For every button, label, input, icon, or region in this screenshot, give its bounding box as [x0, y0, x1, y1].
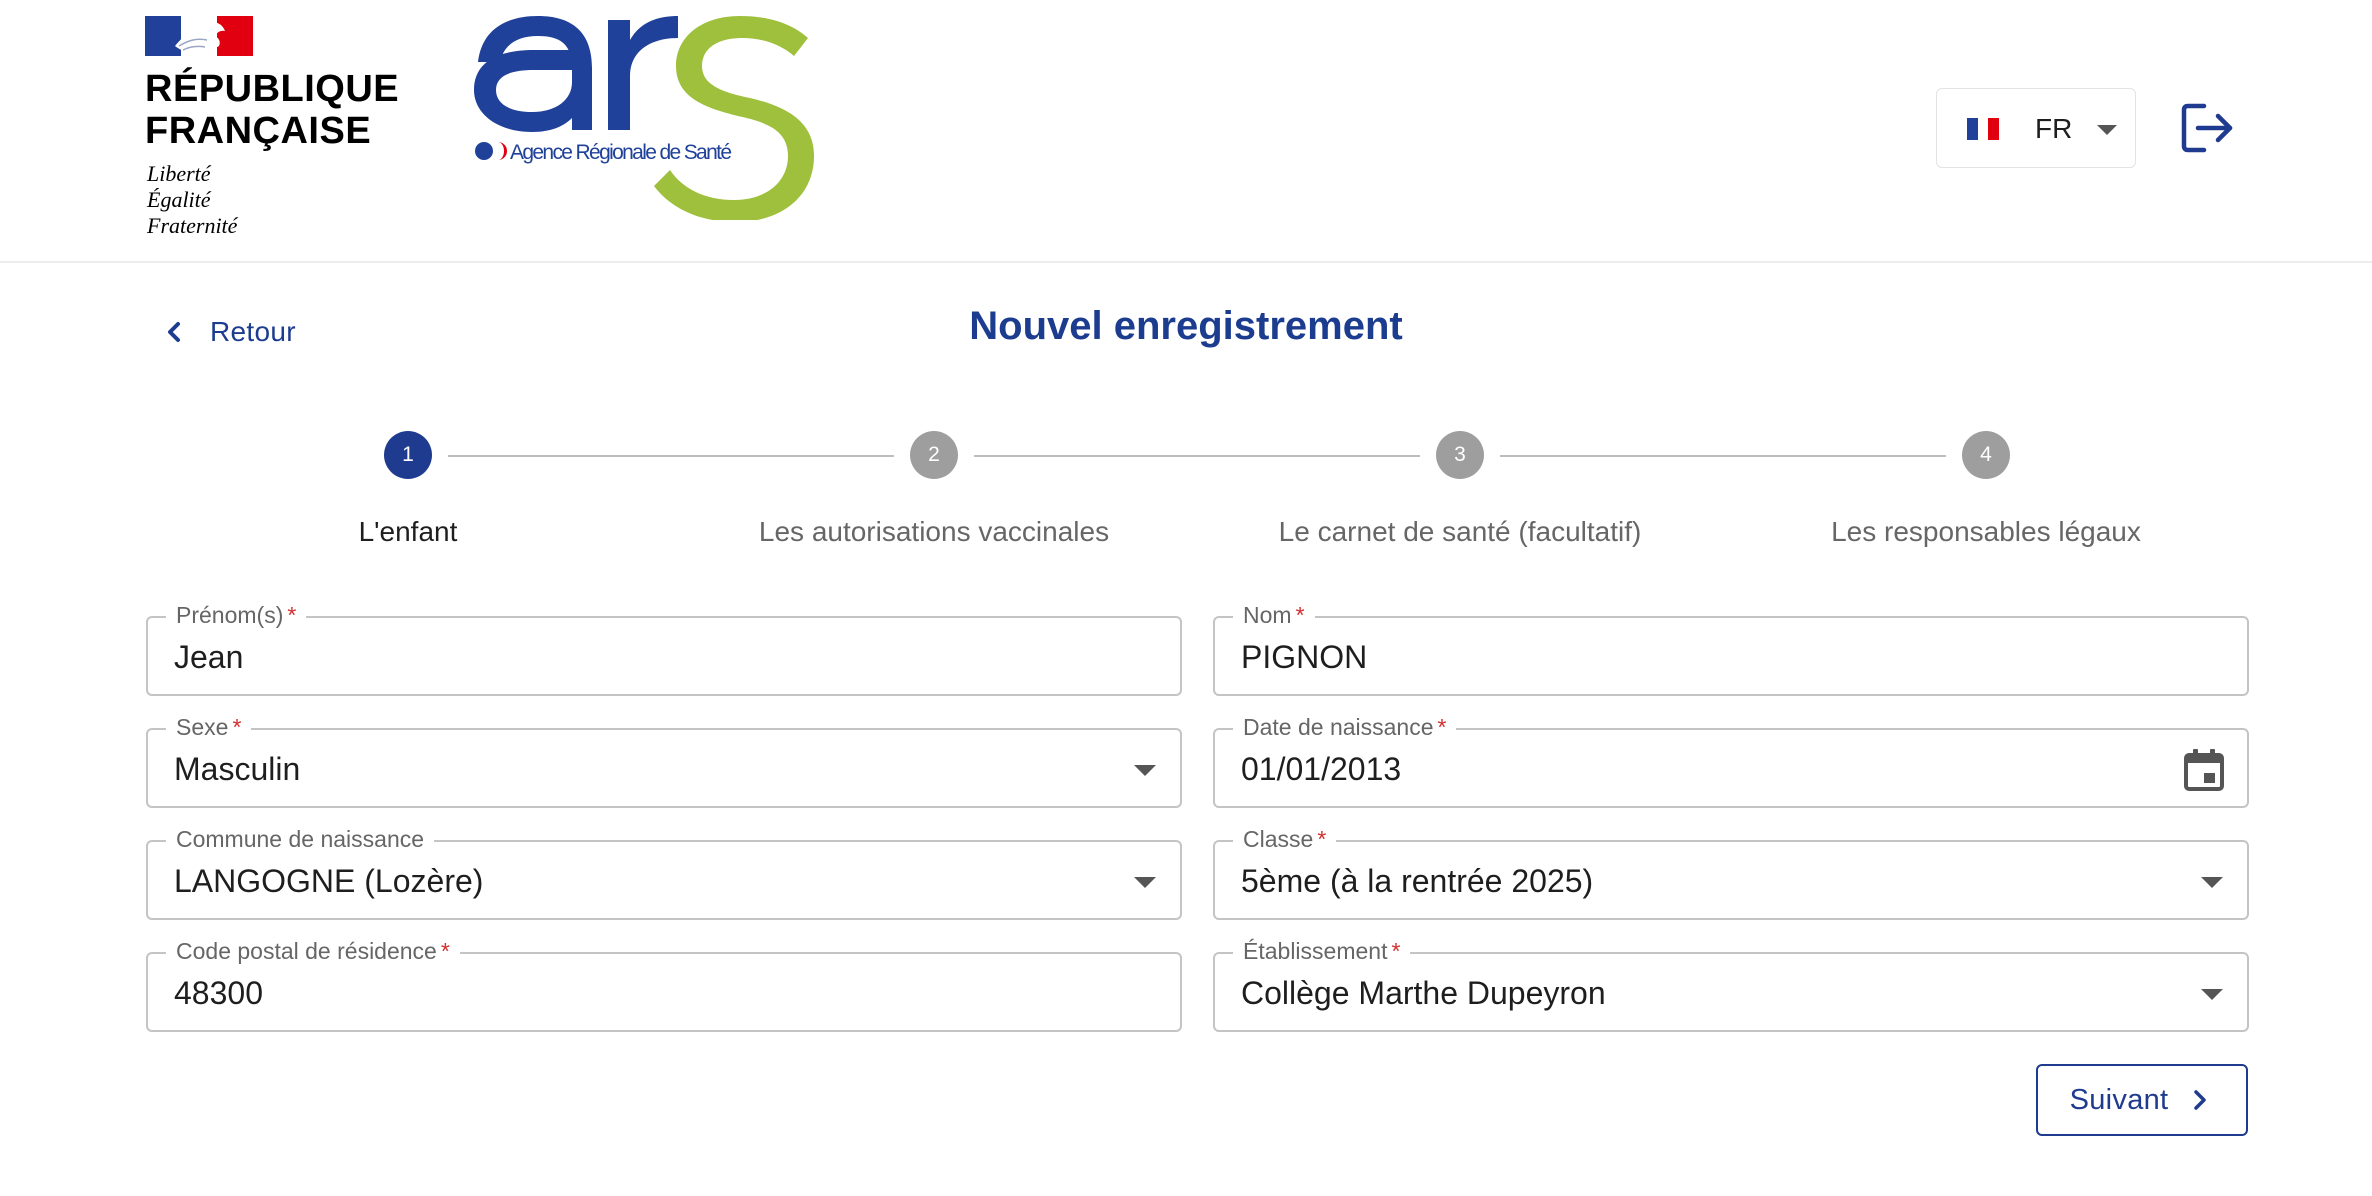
commune-naissance-label: Commune de naissance — [166, 825, 435, 853]
step-3-indicator[interactable]: 3 — [1436, 431, 1484, 479]
sexe-value: Masculin — [174, 751, 301, 787]
french-flag-icon — [1967, 118, 1999, 140]
logout-icon[interactable] — [2180, 102, 2236, 154]
caret-down-icon[interactable] — [1134, 765, 1156, 776]
caret-down-icon[interactable] — [2201, 877, 2223, 888]
language-code: FR — [2035, 113, 2073, 144]
code-postal-label-text: Code postal de résidence — [176, 938, 437, 964]
required-mark: * — [1437, 714, 1447, 740]
ars-logo[interactable]: Agence Régionale de Santé — [468, 10, 828, 220]
classe-label-text: Classe — [1243, 826, 1314, 852]
site-header: RÉPUBLIQUE FRANÇAISE Liberté Égalité Fra… — [0, 0, 2372, 263]
nom-label: Nom * — [1233, 601, 1315, 629]
step-connector — [974, 455, 1420, 457]
republique-title: RÉPUBLIQUE FRANÇAISE — [145, 68, 399, 152]
prenom-label-text: Prénom(s) — [176, 602, 284, 628]
sexe-label: Sexe * — [166, 713, 252, 741]
step-2-indicator[interactable]: 2 — [910, 431, 958, 479]
code-postal-input[interactable] — [174, 974, 1074, 1012]
motto-egalite: Égalité — [147, 187, 211, 212]
required-mark: * — [287, 602, 297, 628]
republique-title-line1: RÉPUBLIQUE — [145, 68, 400, 110]
next-label: Suivant — [2069, 1083, 2169, 1116]
required-mark: * — [440, 938, 450, 964]
step-2-label: Les autorisations vaccinales — [758, 516, 1110, 547]
caret-down-icon[interactable] — [1134, 877, 1156, 888]
caret-down-icon[interactable] — [2201, 989, 2223, 1000]
motto-liberte: Liberté — [147, 161, 211, 186]
language-select[interactable]: FR — [1936, 88, 2136, 168]
calendar-icon[interactable] — [2183, 748, 2225, 792]
classe-value: 5ème (à la rentrée 2025) — [1241, 863, 1594, 899]
date-naissance-label-text: Date de naissance — [1243, 714, 1434, 740]
ars-agency-name: Agence Régionale de Santé — [510, 141, 732, 164]
etablissement-label-text: Établissement — [1243, 938, 1388, 964]
next-button[interactable]: Suivant — [2036, 1064, 2248, 1136]
step-4-indicator[interactable]: 4 — [1962, 431, 2010, 479]
commune-naissance-value: LANGOGNE (Lozère) — [174, 863, 484, 899]
republique-title-line2: FRANÇAISE — [145, 110, 372, 152]
classe-label: Classe * — [1233, 825, 1337, 853]
caret-down-icon — [2097, 125, 2117, 135]
step-3-label: Le carnet de santé (facultatif) — [1278, 516, 1642, 547]
date-naissance-label: Date de naissance * — [1233, 713, 1457, 741]
prenom-field[interactable]: Prénom(s) * — [146, 601, 1182, 696]
nom-input[interactable] — [1241, 638, 2141, 676]
sexe-select[interactable]: Sexe * Masculin — [146, 713, 1182, 808]
classe-select[interactable]: Classe * 5ème (à la rentrée 2025) — [1213, 825, 2249, 920]
nom-field[interactable]: Nom * — [1213, 601, 2249, 696]
nom-label-text: Nom — [1243, 602, 1292, 628]
required-mark: * — [1317, 826, 1327, 852]
date-naissance-input[interactable] — [1241, 750, 2041, 788]
code-postal-field[interactable]: Code postal de résidence * — [146, 937, 1182, 1032]
commune-naissance-select[interactable]: Commune de naissance LANGOGNE (Lozère) — [146, 825, 1182, 920]
step-connector — [448, 455, 894, 457]
stepper: 1 2 3 4 L'enfant Les autorisations vacci… — [0, 430, 2372, 560]
required-mark: * — [1295, 602, 1305, 628]
marianne-flag-icon — [145, 16, 253, 56]
code-postal-label: Code postal de résidence * — [166, 937, 460, 965]
etablissement-select[interactable]: Établissement * Collège Marthe Dupeyron — [1213, 937, 2249, 1032]
republique-motto: Liberté Égalité Fraternité — [147, 161, 237, 239]
required-mark: * — [1391, 938, 1401, 964]
step-1-indicator[interactable]: 1 — [384, 431, 432, 479]
motto-fraternite: Fraternité — [147, 213, 238, 238]
republique-francaise-logo[interactable]: RÉPUBLIQUE FRANÇAISE Liberté Égalité Fra… — [145, 16, 405, 246]
required-mark: * — [232, 714, 242, 740]
prenom-label: Prénom(s) * — [166, 601, 307, 629]
sexe-label-text: Sexe — [176, 714, 229, 740]
date-naissance-field[interactable]: Date de naissance * — [1213, 713, 2249, 808]
step-4-label: Les responsables légaux — [1831, 516, 2141, 547]
etablissement-value: Collège Marthe Dupeyron — [1241, 975, 1606, 1011]
etablissement-label: Établissement * — [1233, 937, 1411, 965]
chevron-right-icon — [2194, 1090, 2207, 1110]
step-connector — [1500, 455, 1946, 457]
prenom-input[interactable] — [174, 638, 1074, 676]
page-title: Nouvel enregistrement — [969, 304, 1403, 348]
step-1-label: L'enfant — [358, 516, 458, 547]
